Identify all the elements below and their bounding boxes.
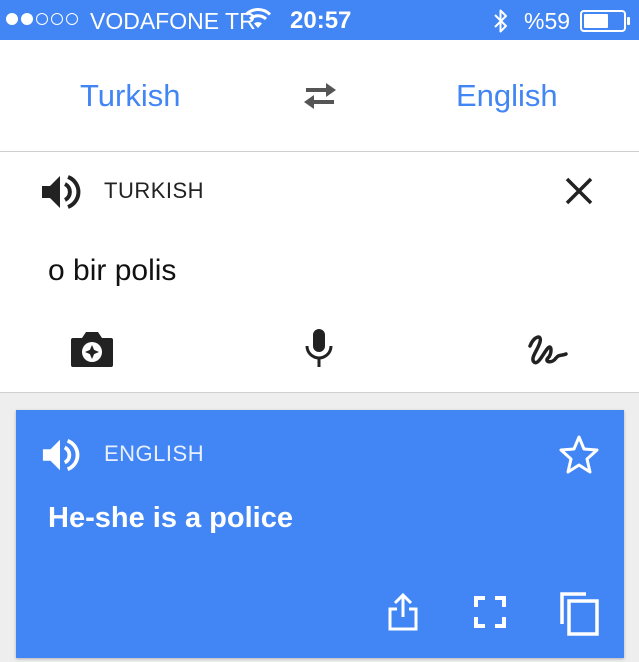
speaker-icon[interactable]: [39, 172, 81, 217]
close-icon[interactable]: [562, 174, 596, 213]
target-language-button[interactable]: English: [456, 78, 558, 114]
fullscreen-icon[interactable]: [474, 596, 506, 633]
signal-dot: [66, 13, 78, 25]
status-bar: VODAFONE TR 20:57 %59: [0, 0, 639, 40]
copy-icon[interactable]: [558, 590, 602, 641]
source-language-button[interactable]: Turkish: [80, 78, 180, 114]
camera-icon[interactable]: [70, 330, 114, 373]
swap-languages-icon[interactable]: [300, 80, 340, 117]
star-icon[interactable]: [558, 434, 600, 479]
translation-card[interactable]: ENGLISH He-she is a police: [16, 410, 624, 658]
battery-icon: [580, 10, 632, 37]
handwriting-icon[interactable]: [526, 332, 568, 373]
signal-dot: [21, 13, 33, 25]
carrier-name: VODAFONE TR: [90, 8, 256, 34]
target-language-label: ENGLISH: [104, 441, 205, 466]
source-text-input[interactable]: o bir polis: [48, 254, 176, 288]
speaker-icon[interactable]: [40, 436, 80, 479]
share-icon[interactable]: [386, 592, 420, 637]
source-language-label: TURKISH: [104, 178, 205, 203]
translated-text: He-she is a police: [48, 502, 293, 534]
input-card: TURKISH o bir polis: [0, 152, 639, 393]
signal-strength: [6, 13, 78, 25]
signal-dot: [51, 13, 63, 25]
wifi-icon: [244, 8, 272, 35]
microphone-icon[interactable]: [303, 328, 335, 373]
bluetooth-icon: [493, 8, 509, 39]
language-bar: Turkish English: [0, 40, 639, 152]
signal-dot: [36, 13, 48, 25]
signal-dot: [6, 13, 18, 25]
battery-percent: %59: [524, 8, 571, 34]
clock: 20:57: [290, 7, 352, 34]
